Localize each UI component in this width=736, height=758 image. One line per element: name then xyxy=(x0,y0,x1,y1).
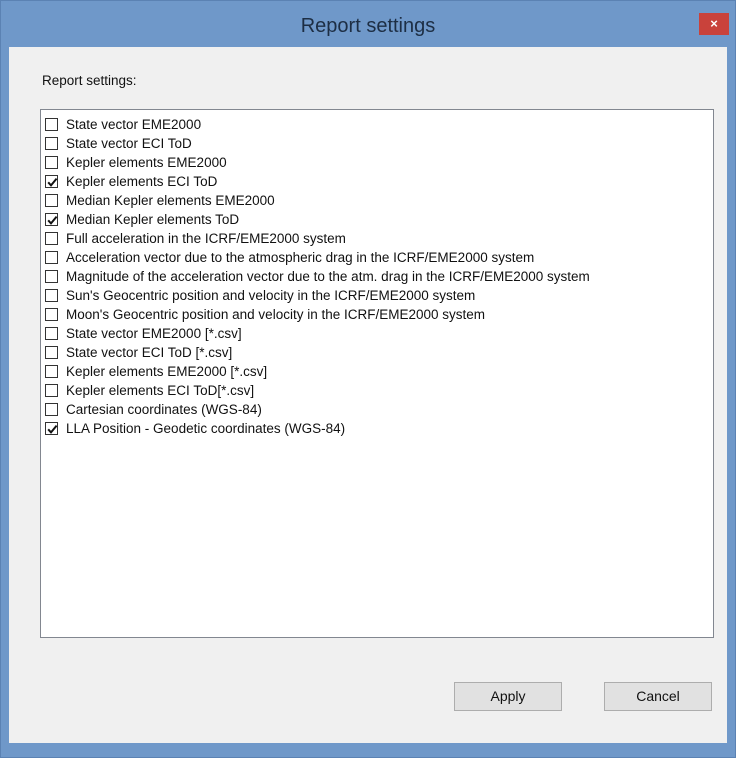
list-item[interactable]: Kepler elements EME2000 xyxy=(45,153,713,172)
list-item-label: State vector EME2000 xyxy=(66,117,202,132)
checkbox-unchecked[interactable] xyxy=(45,308,58,321)
list-item[interactable]: State vector ECI ToD [*.csv] xyxy=(45,343,713,362)
checkmark-icon xyxy=(47,215,58,225)
list-item[interactable]: Sun's Geocentric position and velocity i… xyxy=(45,286,713,305)
close-icon: × xyxy=(710,16,718,31)
apply-button[interactable]: Apply xyxy=(454,682,562,711)
cancel-button[interactable]: Cancel xyxy=(604,682,712,711)
checkbox-unchecked[interactable] xyxy=(45,194,58,207)
list-item[interactable]: State vector EME2000 xyxy=(45,115,713,134)
list-item-label: State vector ECI ToD [*.csv] xyxy=(66,345,233,360)
list-item[interactable]: Kepler elements EME2000 [*.csv] xyxy=(45,362,713,381)
list-item-label: Acceleration vector due to the atmospher… xyxy=(66,250,535,265)
list-item[interactable]: Full acceleration in the ICRF/EME2000 sy… xyxy=(45,229,713,248)
checkmark-icon xyxy=(47,424,58,434)
list-item[interactable]: Moon's Geocentric position and velocity … xyxy=(45,305,713,324)
checkbox-unchecked[interactable] xyxy=(45,232,58,245)
checkbox-unchecked[interactable] xyxy=(45,346,58,359)
checkbox-unchecked[interactable] xyxy=(45,156,58,169)
list-item[interactable]: Kepler elements ECI ToD[*.csv] xyxy=(45,381,713,400)
checkbox-checked[interactable] xyxy=(45,422,58,435)
report-settings-window: Report settings × Report settings: State… xyxy=(0,0,736,758)
list-item-label: Magnitude of the acceleration vector due… xyxy=(66,269,590,284)
list-item[interactable]: Median Kepler elements EME2000 xyxy=(45,191,713,210)
list-item-label: Kepler elements ECI ToD xyxy=(66,174,218,189)
checkbox-unchecked[interactable] xyxy=(45,137,58,150)
checkbox-unchecked[interactable] xyxy=(45,327,58,340)
list-item[interactable]: Cartesian coordinates (WGS-84) xyxy=(45,400,713,419)
list-item[interactable]: Kepler elements ECI ToD xyxy=(45,172,713,191)
checkbox-checked[interactable] xyxy=(45,175,58,188)
list-item-label: Full acceleration in the ICRF/EME2000 sy… xyxy=(66,231,346,246)
checkbox-unchecked[interactable] xyxy=(45,251,58,264)
list-item-label: Median Kepler elements EME2000 xyxy=(66,193,275,208)
checkbox-unchecked[interactable] xyxy=(45,289,58,302)
close-button[interactable]: × xyxy=(699,13,729,35)
list-item[interactable]: Magnitude of the acceleration vector due… xyxy=(45,267,713,286)
list-item[interactable]: Acceleration vector due to the atmospher… xyxy=(45,248,713,267)
list-item-label: Median Kepler elements ToD xyxy=(66,212,240,227)
list-item[interactable]: LLA Position - Geodetic coordinates (WGS… xyxy=(45,419,713,438)
checkbox-unchecked[interactable] xyxy=(45,365,58,378)
list-item[interactable]: State vector EME2000 [*.csv] xyxy=(45,324,713,343)
checkbox-unchecked[interactable] xyxy=(45,403,58,416)
list-item-label: LLA Position - Geodetic coordinates (WGS… xyxy=(66,421,346,436)
list-item-label: State vector EME2000 [*.csv] xyxy=(66,326,242,341)
report-options-items: State vector EME2000 State vector ECI ToD… xyxy=(45,115,713,438)
checkbox-unchecked[interactable] xyxy=(45,384,58,397)
checkbox-unchecked[interactable] xyxy=(45,118,58,131)
checkbox-checked[interactable] xyxy=(45,213,58,226)
list-item[interactable]: Median Kepler elements ToD xyxy=(45,210,713,229)
list-item-label: Kepler elements ECI ToD[*.csv] xyxy=(66,383,255,398)
window-title: Report settings xyxy=(300,15,436,37)
list-item-label: State vector ECI ToD xyxy=(66,136,192,151)
checkmark-icon xyxy=(47,177,58,187)
list-item-label: Cartesian coordinates (WGS-84) xyxy=(66,402,262,417)
list-item-label: Kepler elements EME2000 xyxy=(66,155,227,170)
dialog-body: Report settings: State vector EME2000 Sta… xyxy=(9,47,727,743)
report-settings-label: Report settings: xyxy=(42,73,137,88)
list-item-label: Kepler elements EME2000 [*.csv] xyxy=(66,364,268,379)
checkbox-unchecked[interactable] xyxy=(45,270,58,283)
list-item[interactable]: State vector ECI ToD xyxy=(45,134,713,153)
list-item-label: Moon's Geocentric position and velocity … xyxy=(66,307,486,322)
report-options-list[interactable]: State vector EME2000 State vector ECI ToD… xyxy=(40,109,714,638)
list-item-label: Sun's Geocentric position and velocity i… xyxy=(66,288,476,303)
